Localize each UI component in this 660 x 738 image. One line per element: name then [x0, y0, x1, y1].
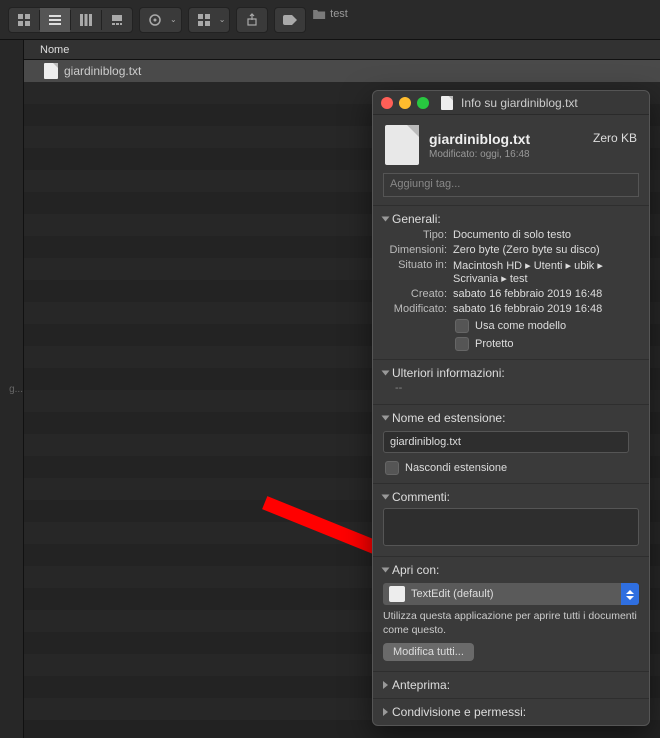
- chevron-down-icon: [382, 217, 390, 222]
- zoom-button[interactable]: [417, 97, 429, 109]
- folder-icon: [312, 8, 326, 20]
- finder-toolbar: ⌄ ⌄: [0, 0, 660, 40]
- file-icon: [44, 63, 58, 79]
- gallery-view-button[interactable]: [102, 8, 132, 32]
- section-general: Generali: TipoDocumento di solo testo Di…: [373, 205, 649, 359]
- chevron-right-icon: [383, 681, 388, 689]
- get-info-panel: Info su giardiniblog.txt giardiniblog.tx…: [372, 90, 650, 726]
- gear-icon: [140, 8, 170, 32]
- icon-view-button[interactable]: [9, 8, 39, 32]
- grid-icon: [189, 8, 219, 32]
- where-value: Macintosh HD ▸ Utenti ▸ ubik ▸ Scrivania…: [451, 259, 639, 285]
- section-toggle-open-with[interactable]: Apri con:: [383, 563, 639, 577]
- file-name-label: giardiniblog.txt: [64, 64, 141, 78]
- section-more-info: Ulteriori informazioni: --: [373, 359, 649, 404]
- open-with-select[interactable]: TextEdit (default): [383, 583, 639, 605]
- share-button[interactable]: [236, 7, 268, 33]
- section-toggle-sharing[interactable]: Condivisione e permessi:: [383, 705, 639, 719]
- modified-label: Modificato: oggi, 16:48: [429, 149, 637, 160]
- more-info-value: --: [383, 380, 639, 398]
- share-icon: [237, 8, 267, 32]
- section-preview: Anteprima:: [373, 671, 649, 698]
- sidebar-collapsed-label: g...: [9, 384, 23, 395]
- textedit-icon: [389, 586, 405, 602]
- change-all-button[interactable]: Modifica tutti...: [383, 643, 474, 661]
- open-with-description: Utilizza questa applicazione per aprire …: [383, 609, 639, 637]
- kind-value: Documento di solo testo: [451, 229, 639, 241]
- info-titlebar[interactable]: Info su giardiniblog.txt: [373, 91, 649, 115]
- close-button[interactable]: [381, 97, 393, 109]
- chevron-right-icon: [383, 708, 388, 716]
- tag-icon: [275, 8, 305, 32]
- column-header-name[interactable]: Nome: [24, 40, 660, 60]
- group-menu[interactable]: ⌄: [188, 7, 231, 33]
- path-crumb[interactable]: test: [312, 8, 348, 20]
- sidebar: g...: [0, 40, 24, 738]
- file-icon: [441, 96, 453, 110]
- section-sharing: Condivisione e permessi:: [373, 698, 649, 725]
- name-extension-input[interactable]: [383, 431, 629, 453]
- section-toggle-preview[interactable]: Anteprima:: [383, 678, 639, 692]
- minimize-button[interactable]: [399, 97, 411, 109]
- file-row[interactable]: giardiniblog.txt: [24, 60, 660, 82]
- section-toggle-more-info[interactable]: Ulteriori informazioni:: [383, 366, 639, 380]
- section-open-with: Apri con: TextEdit (default) Utilizza qu…: [373, 556, 649, 671]
- hide-extension-checkbox[interactable]: [385, 461, 399, 475]
- info-summary: giardiniblog.txt Zero KB Modificato: oggi…: [373, 115, 649, 173]
- tags-input[interactable]: Aggiungi tag...: [383, 173, 639, 197]
- tag-button[interactable]: [274, 7, 306, 33]
- arrange-menu[interactable]: ⌄: [139, 7, 182, 33]
- size-value: Zero byte (Zero byte su disco): [451, 244, 639, 256]
- section-name-extension: Nome ed estensione: Nascondi estensione: [373, 404, 649, 483]
- comments-input[interactable]: [383, 508, 639, 546]
- file-size: Zero KB: [593, 131, 637, 145]
- section-toggle-comments[interactable]: Commenti:: [383, 490, 639, 504]
- section-toggle-general[interactable]: Generali:: [383, 212, 639, 226]
- file-name: giardiniblog.txt: [429, 131, 530, 147]
- section-toggle-name-ext[interactable]: Nome ed estensione:: [383, 411, 639, 425]
- select-arrows-icon: [621, 583, 639, 605]
- stationery-checkbox[interactable]: [455, 319, 469, 333]
- chevron-down-icon: [382, 416, 390, 421]
- chevron-down-icon: [382, 495, 390, 500]
- column-view-button[interactable]: [71, 8, 101, 32]
- chevron-down-icon: [382, 371, 390, 376]
- modified-value: sabato 16 febbraio 2019 16:48: [451, 303, 639, 315]
- chevron-down-icon: [382, 568, 390, 573]
- locked-checkbox[interactable]: [455, 337, 469, 351]
- window-title: Info su giardiniblog.txt: [461, 96, 578, 110]
- created-value: sabato 16 febbraio 2019 16:48: [451, 288, 639, 300]
- view-switcher: [8, 7, 133, 33]
- list-view-button[interactable]: [40, 8, 70, 32]
- section-comments: Commenti:: [373, 483, 649, 556]
- file-icon-large: [385, 125, 419, 165]
